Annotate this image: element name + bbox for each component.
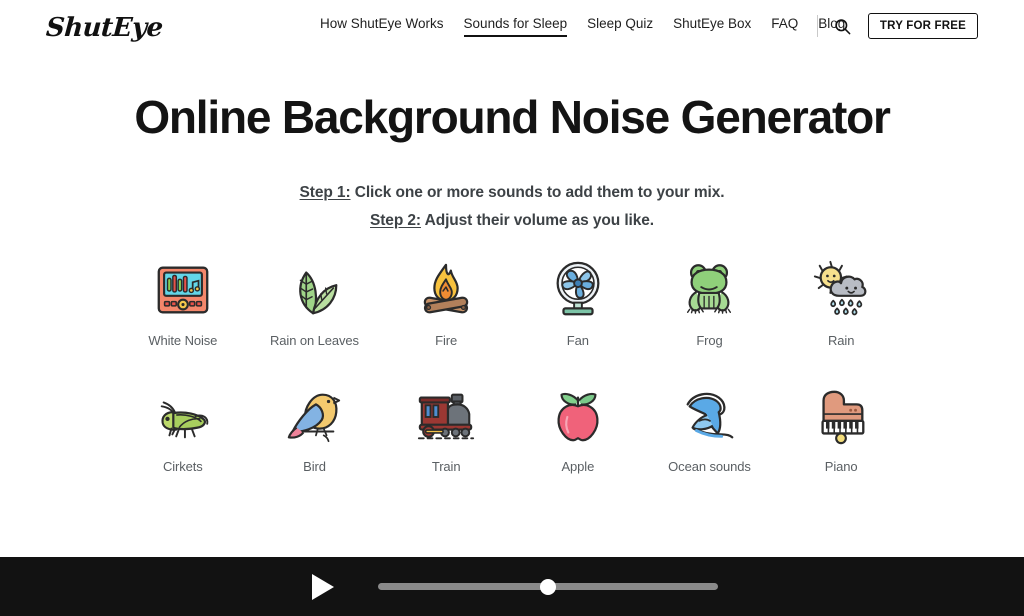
main-nav: How ShutEye Works Sounds for Sleep Sleep… xyxy=(320,16,845,37)
instructions: Step 1: Click one or more sounds to add … xyxy=(0,179,1024,236)
nav-item-how-shuteye-works[interactable]: How ShutEye Works xyxy=(320,16,444,37)
sound-label: Cirkets xyxy=(162,458,203,474)
volume-slider-thumb[interactable] xyxy=(540,578,556,595)
sound-label: Train xyxy=(431,458,461,474)
sound-tile-bird[interactable]: Bird xyxy=(249,384,381,474)
sound-tile-apple[interactable]: Apple xyxy=(512,384,644,474)
step-1-label: Step 1: xyxy=(299,183,351,201)
sound-tile-ocean-sounds[interactable]: Ocean sounds xyxy=(644,384,776,474)
sound-tile-frog[interactable]: Frog xyxy=(644,258,776,348)
nav-item-sleep-quiz[interactable]: Sleep Quiz xyxy=(587,16,653,37)
step-1-line: Step 1: Click one or more sounds to add … xyxy=(0,179,1024,208)
apple-icon xyxy=(546,384,610,448)
sound-tile-piano[interactable]: Piano xyxy=(775,384,907,474)
sound-label: Frog xyxy=(696,332,723,348)
nav-item-sounds-for-sleep[interactable]: Sounds for Sleep xyxy=(463,16,567,37)
cricket-icon xyxy=(151,384,215,448)
sound-tile-fire[interactable]: Fire xyxy=(380,258,512,348)
sound-label: Apple xyxy=(561,458,595,474)
try-for-free-button[interactable]: TRY FOR FREE xyxy=(867,13,978,39)
sound-tile-rain[interactable]: Rain xyxy=(775,258,907,348)
sound-label: Piano xyxy=(824,458,858,474)
sound-tile-white-noise[interactable]: White Noise xyxy=(117,258,249,348)
sound-tile-cirkets[interactable]: Cirkets xyxy=(117,384,249,474)
page-title: Online Background Noise Generator xyxy=(134,91,891,143)
sound-label: Fire xyxy=(435,332,458,348)
rain-cloud-sun-icon xyxy=(809,258,873,322)
logo[interactable]: ShutEye xyxy=(45,13,164,43)
white-noise-icon xyxy=(151,258,215,322)
search-icon[interactable] xyxy=(833,16,853,36)
bird-icon xyxy=(282,384,346,448)
step-2-line: Step 2: Adjust their volume as you like. xyxy=(0,207,1024,236)
player-bar xyxy=(0,557,1024,616)
step-1-text: Click one or more sounds to add them to … xyxy=(350,183,725,201)
fan-icon xyxy=(546,258,610,322)
leaves-icon xyxy=(282,258,346,322)
site-header: ShutEye How ShutEye Works Sounds for Sle… xyxy=(0,0,1024,56)
header-divider xyxy=(816,15,818,37)
nav-item-faq[interactable]: FAQ xyxy=(771,16,798,37)
play-triangle xyxy=(312,573,334,600)
wave-icon xyxy=(677,384,741,448)
volume-slider[interactable] xyxy=(378,577,718,597)
train-icon xyxy=(414,384,478,448)
sound-label: White Noise xyxy=(148,332,218,348)
header-actions: TRY FOR FREE xyxy=(816,13,978,39)
sound-label: Fan xyxy=(566,332,589,348)
step-2-label: Step 2: xyxy=(370,212,421,230)
sound-label: Rain xyxy=(827,332,855,348)
sound-tile-train[interactable]: Train xyxy=(380,384,512,474)
play-icon[interactable] xyxy=(310,572,336,602)
piano-icon xyxy=(809,384,873,448)
sound-tile-fan[interactable]: Fan xyxy=(512,258,644,348)
step-2-text: Adjust their volume as you like. xyxy=(420,212,654,230)
campfire-icon xyxy=(414,258,478,322)
sound-label: Bird xyxy=(303,458,326,474)
nav-item-shuteye-box[interactable]: ShutEye Box xyxy=(673,16,751,37)
frog-icon xyxy=(677,258,741,322)
sound-label: Ocean sounds xyxy=(668,458,751,474)
sound-grid: White Noise Rain on Leaves Fire Fan Frog… xyxy=(117,258,907,474)
sound-tile-rain-on-leaves[interactable]: Rain on Leaves xyxy=(249,258,381,348)
sound-label: Rain on Leaves xyxy=(270,332,359,348)
player-controls xyxy=(310,572,718,602)
